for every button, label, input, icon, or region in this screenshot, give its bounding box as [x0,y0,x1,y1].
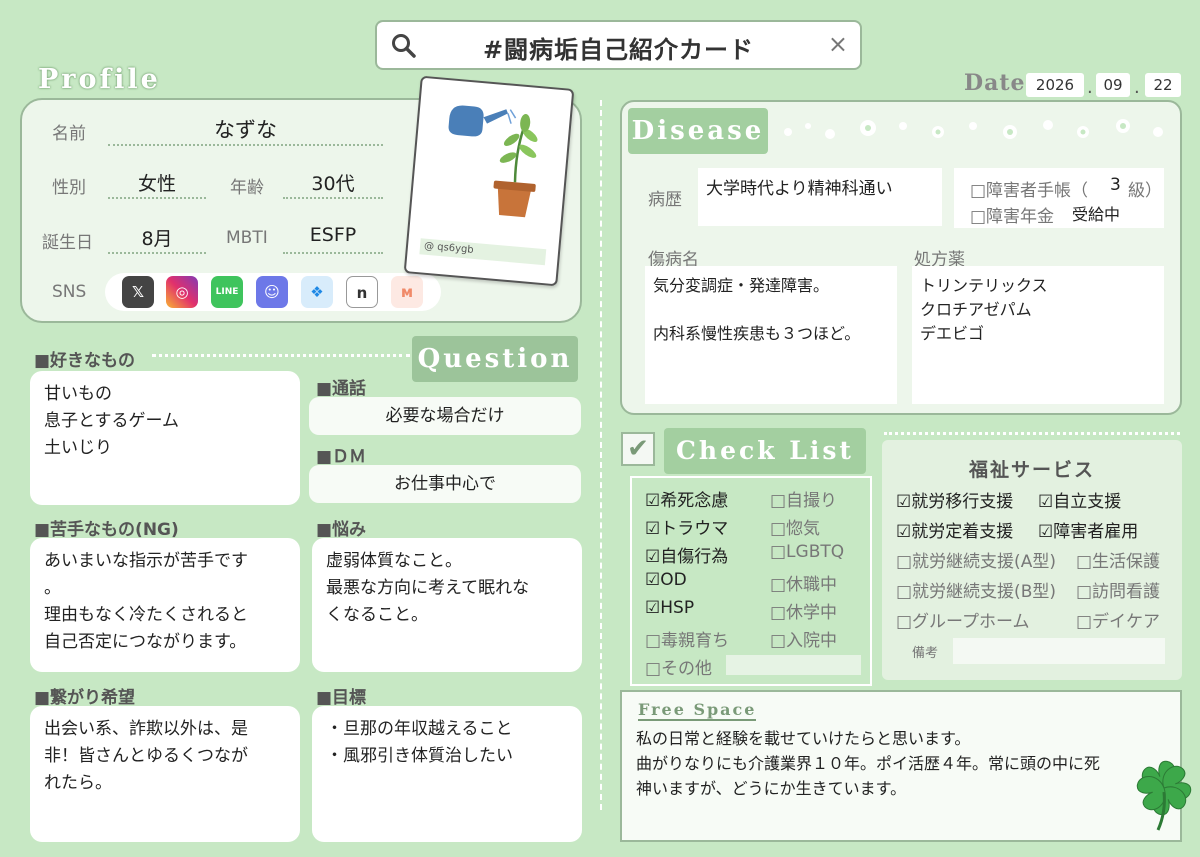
welfare-item[interactable]: ☑就労移行支援 [896,487,1013,512]
pension-value: 受給中 [1072,205,1121,224]
column-divider [600,100,602,810]
birthday-value: 8月 [108,224,206,254]
pension-check[interactable]: □障害年金 [970,202,1054,227]
profile-heading: Profile [38,64,161,95]
other-input[interactable] [726,655,861,675]
four-leaf-clover-icon [1136,760,1192,831]
check-item[interactable]: ☑トラウマ [645,514,729,542]
bluesky-icon[interactable]: ❖ [301,276,333,308]
misskey-icon[interactable]: м [391,276,423,308]
gender-value: 女性 [108,169,206,199]
welfare-item[interactable]: ☑就労定着支援 [896,517,1013,542]
welfare-item[interactable]: □生活保護 [1076,547,1160,572]
dm-title: ■ＤＭ [316,447,367,467]
check-item[interactable]: □休職中 [770,570,844,598]
notes-input[interactable] [953,638,1165,664]
call-value: 必要な場合だけ [309,397,581,435]
name-value: なずな [108,114,383,146]
welfare-item[interactable]: □グループホーム [896,607,1030,632]
free-space-text: 私の日常と経験を載せていけたらと思います。 曲がりなりにも介護業界１０年。ポイ活… [636,729,1101,798]
dm-value: お仕事中心で [309,465,581,503]
handbook-check[interactable]: □障害者手帳（ [970,176,1088,201]
call-title: ■通話 [316,379,367,399]
likes-box: 甘いもの 息子とするゲーム 土いじり [30,371,300,505]
handbook-grade-suffix: 級） [1128,181,1162,201]
question-heading: Question [412,336,578,382]
welfare-item[interactable]: ☑障害者雇用 [1038,517,1138,542]
meds-value: トリンテリックス クロチアゼパム デエビゴ [912,266,1164,404]
check-item[interactable]: □休学中 [770,598,844,626]
gender-label: 性別 [52,178,86,198]
check-item[interactable]: ☑自傷行為 [645,542,729,570]
date-sep-2: . [1134,77,1140,98]
mbti-value: ESFP [283,224,383,254]
name-label: 名前 [52,124,86,144]
sns-strip: 𝕏 ◎ LINE ☺ ❖ n м [105,273,441,311]
discord-icon[interactable]: ☺ [256,276,288,308]
sns-label: SNS [52,282,87,302]
date-day: 22 [1145,73,1181,97]
dislikes-title: ■苦手なもの(NG) [34,520,179,540]
free-space-title: Free Space [638,700,757,721]
search-bar[interactable]: #闘病垢自己紹介カード × [375,20,862,70]
welfare-item[interactable]: ☑自立支援 [1038,487,1121,512]
check-item[interactable]: ☑OD [645,570,729,598]
welfare-title: 福祉サービス [968,459,1095,481]
checklist-left-column: ☑希死念慮 ☑トラウマ ☑自傷行為 ☑OD ☑HSP □毒親育ち □その他 [645,486,729,682]
checklist-right-column: □自撮り □惚気 □LGBTQ □休職中 □休学中 □入院中 [770,486,844,654]
likes-title: ■好きなもの [34,351,136,371]
welfare-item[interactable]: □就労継続支援(B型) [896,577,1056,602]
goals-title: ■目標 [316,688,367,708]
sns-handle: @ qs6ygb [419,238,547,266]
checklist-checkbox-icon: ✔ [621,432,655,466]
mbti-label: MBTI [226,228,268,248]
date-label: Date [964,70,1026,96]
checklist-heading: Check List [664,428,866,474]
diagnosis-value: 気分変調症・発達障害。 内科系慢性疾患も３つほど。 [645,266,897,404]
goals-box: ・旦那の年収越えること ・風邪引き体質治したい [312,706,582,842]
age-label: 年齢 [230,178,264,198]
handbook-grade: 3 [1110,175,1121,195]
worries-box: 虚弱体質なこと。 最悪な方向に考えて眠れな くなること。 [312,538,582,672]
check-item[interactable]: ☑HSP [645,598,729,626]
check-item[interactable]: ☑希死念慮 [645,486,729,514]
line-icon[interactable]: LINE [211,276,243,308]
welfare-item[interactable]: □就労継続支援(A型) [896,547,1056,572]
likes-dotted-line [152,354,410,357]
welfare-dotted-line [884,432,1180,435]
close-icon[interactable]: × [828,30,848,58]
note-icon[interactable]: n [346,276,378,308]
check-item[interactable]: □毒親育ち [645,626,729,654]
worries-title: ■悩み [316,520,367,540]
x-icon[interactable]: 𝕏 [122,276,154,308]
connect-title: ■繋がり希望 [34,688,136,708]
disease-heading: Disease [628,108,768,154]
age-value: 30代 [283,169,383,199]
date-sep-1: . [1087,77,1093,98]
check-item[interactable]: □入院中 [770,626,844,654]
welfare-item[interactable]: □訪問看護 [1076,577,1160,602]
date-year: 2026 [1026,73,1084,97]
check-item[interactable]: □LGBTQ [770,542,844,570]
instagram-icon[interactable]: ◎ [166,276,198,308]
notes-label: 備考 [912,646,939,661]
connect-box: 出会い系、詐欺以外は、是 非！皆さんとゆるくつなが れたら。 [30,706,300,842]
date-month: 09 [1096,73,1130,97]
check-item[interactable]: □その他 [645,654,729,682]
watering-can-plant-icon [448,105,538,218]
check-item[interactable]: □惚気 [770,514,844,542]
search-text: #闘病垢自己紹介カード [482,36,755,64]
birthday-label: 誕生日 [42,233,93,253]
welfare-item[interactable]: □デイケア [1076,607,1160,632]
flower-garland-decoration [784,119,1163,139]
dislikes-box: あいまいな指示が苦手です 。 理由もなく冷たくされると 自己否定につながります。 [30,538,300,672]
history-label: 病歴 [648,190,682,210]
check-item[interactable]: □自撮り [770,486,844,514]
history-value: 大学時代より精神科通い [698,168,942,226]
profile-photo: @ qs6ygb [403,75,575,287]
